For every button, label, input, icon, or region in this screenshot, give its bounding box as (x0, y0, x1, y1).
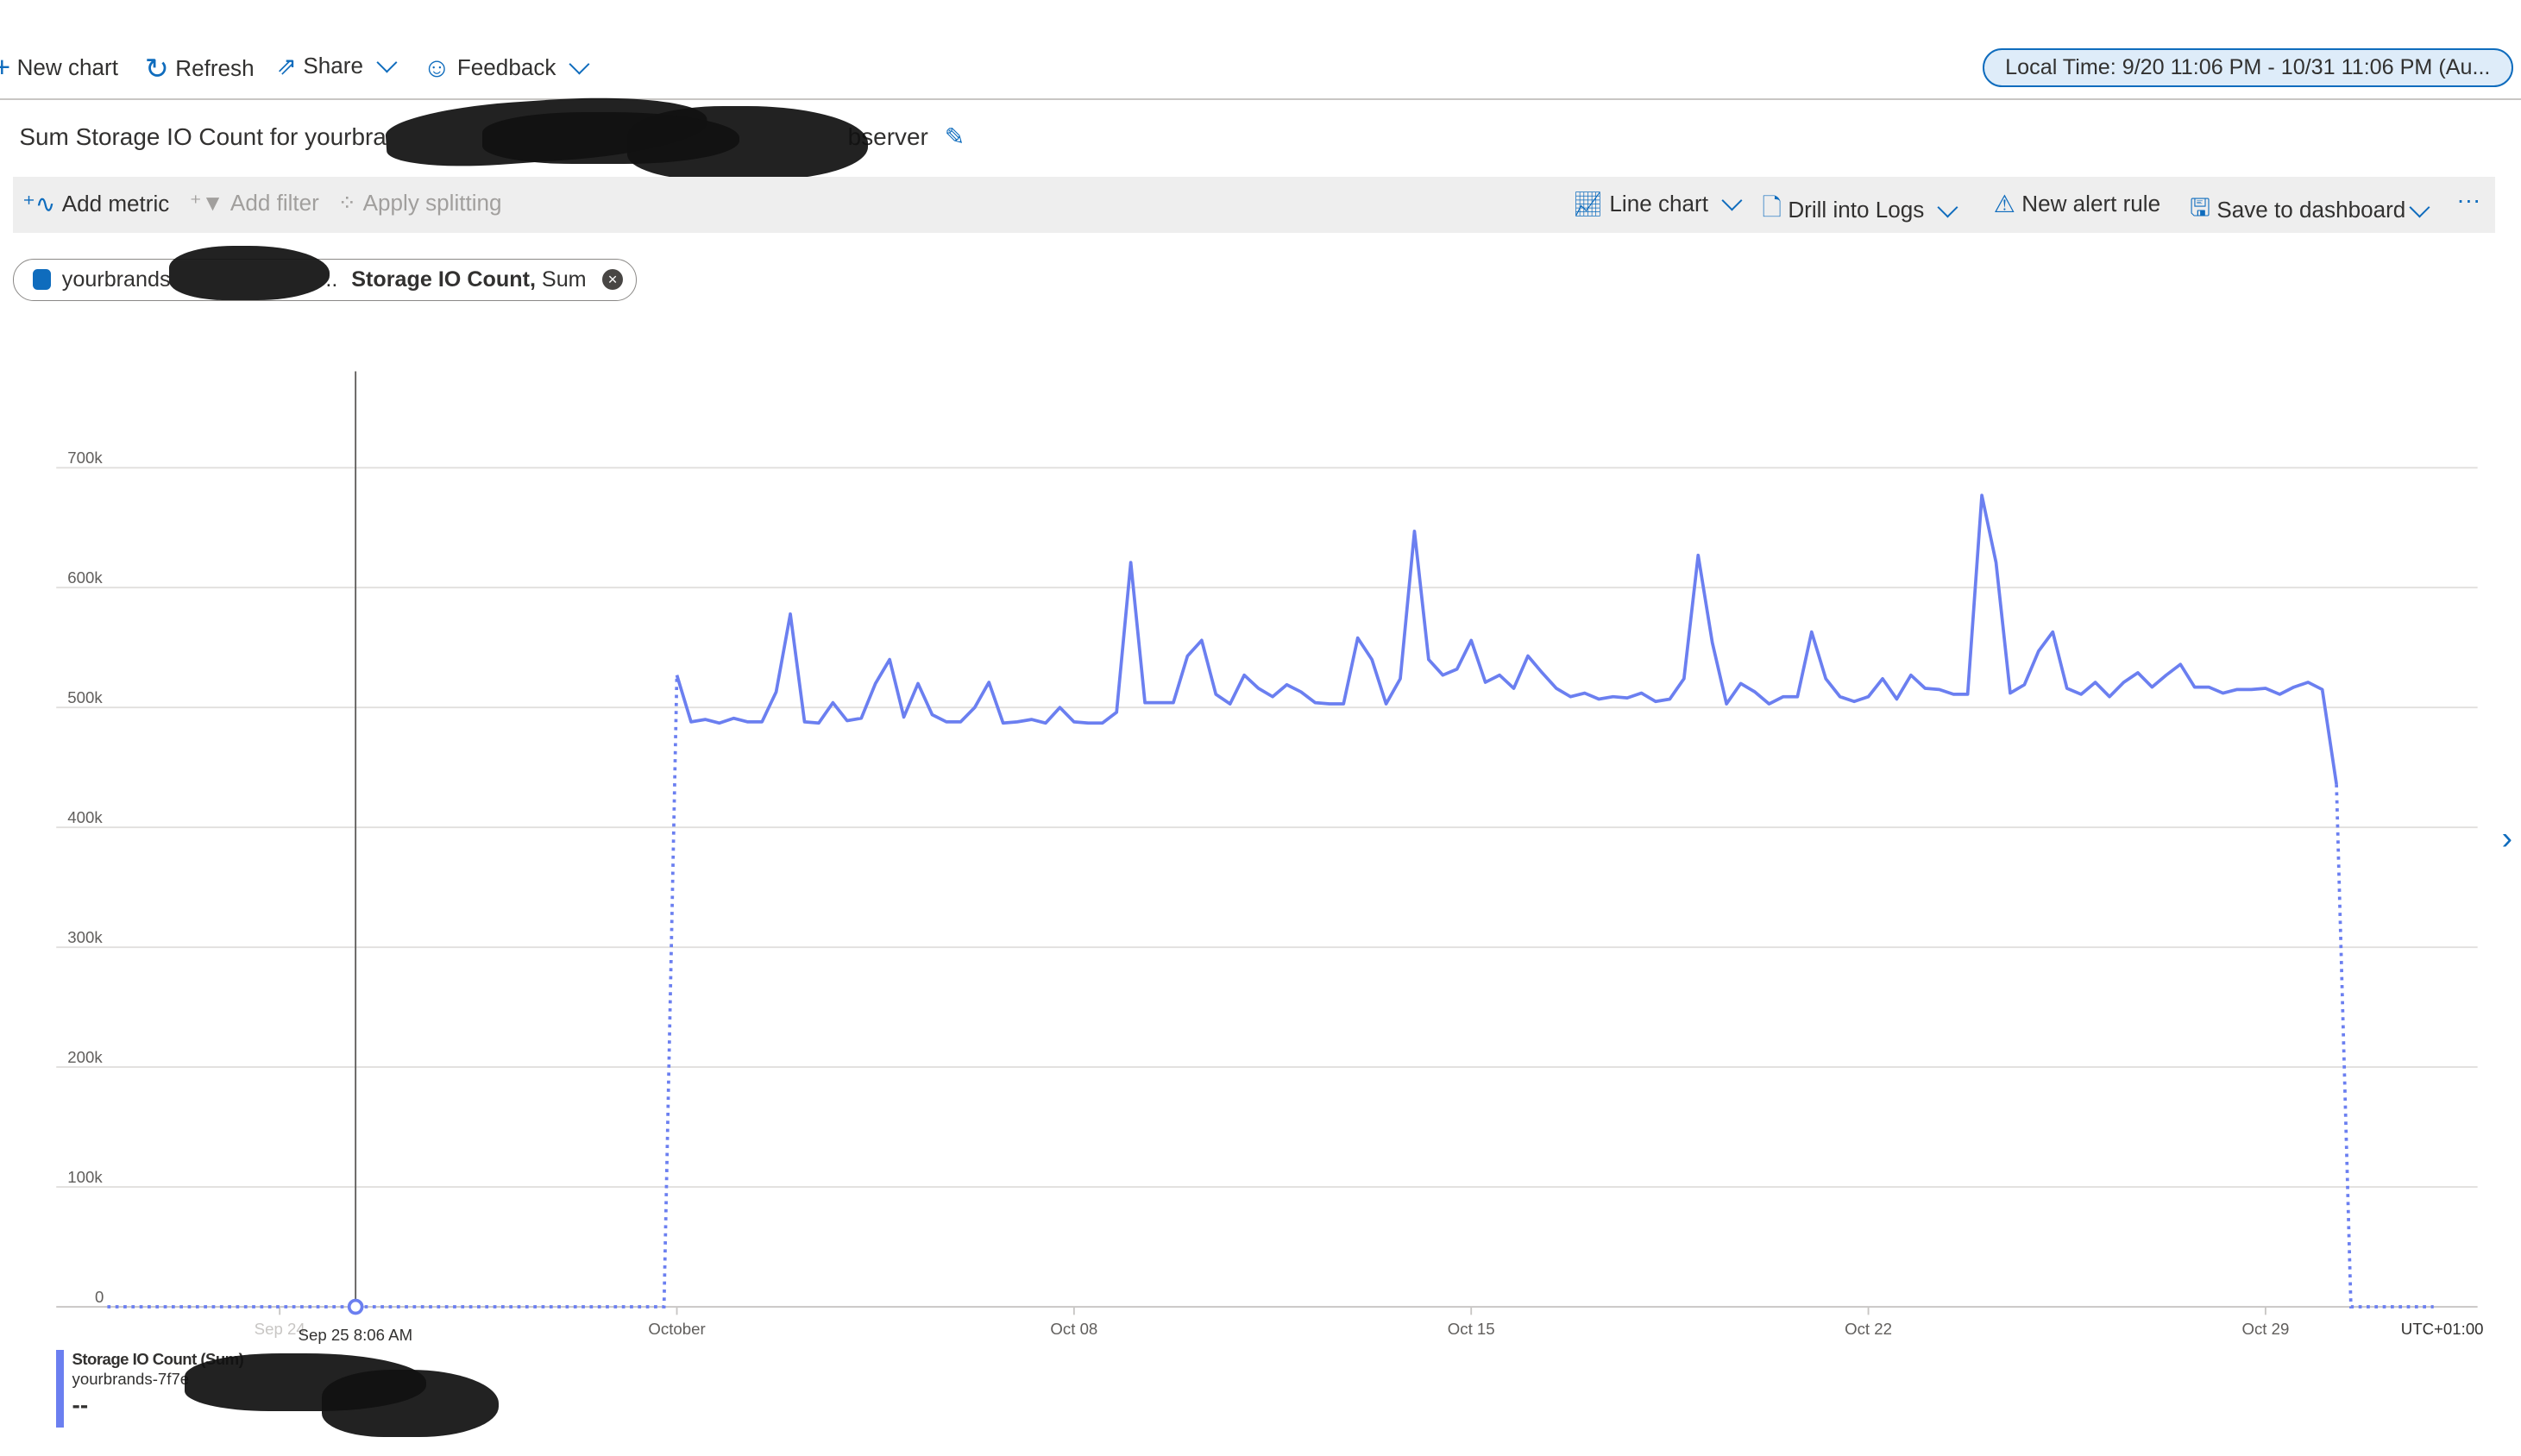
x-tick-label: Oct 29 (2241, 1319, 2290, 1338)
cursor-point (347, 1298, 364, 1315)
x-tick-label: Oct 08 (1050, 1319, 1098, 1338)
y-tick-label: 100k (67, 1167, 103, 1186)
y-tick-label: 400k (67, 807, 103, 826)
timezone-label: UTC+01:00 (2400, 1319, 2484, 1338)
cursor-time-label: Sep 25 8:06 AM (298, 1326, 413, 1345)
y-tick-label: 600k (67, 568, 103, 587)
y-tick-label: 300k (67, 927, 103, 946)
x-tick-label: Oct 15 (1447, 1319, 1495, 1338)
redaction (321, 1369, 499, 1437)
series-line (675, 493, 2338, 785)
chevron-right-icon[interactable]: › (2502, 819, 2512, 857)
y-tick-label: 700k (67, 448, 103, 467)
no-data-segment (107, 675, 679, 1309)
y-tick-label: 200k (67, 1047, 103, 1066)
x-tick-label: Oct 22 (1845, 1319, 1892, 1338)
y-tick-label: 500k (67, 687, 103, 706)
metrics-explorer: + New chart ↻ Refresh ⇗ Share ☺ Feedback… (0, 0, 2521, 1456)
y-tick-label: 0 (94, 1287, 104, 1306)
x-tick-label: October (648, 1319, 706, 1338)
line-chart[interactable] (0, 0, 2521, 1456)
no-data-segment (2335, 784, 2434, 1309)
